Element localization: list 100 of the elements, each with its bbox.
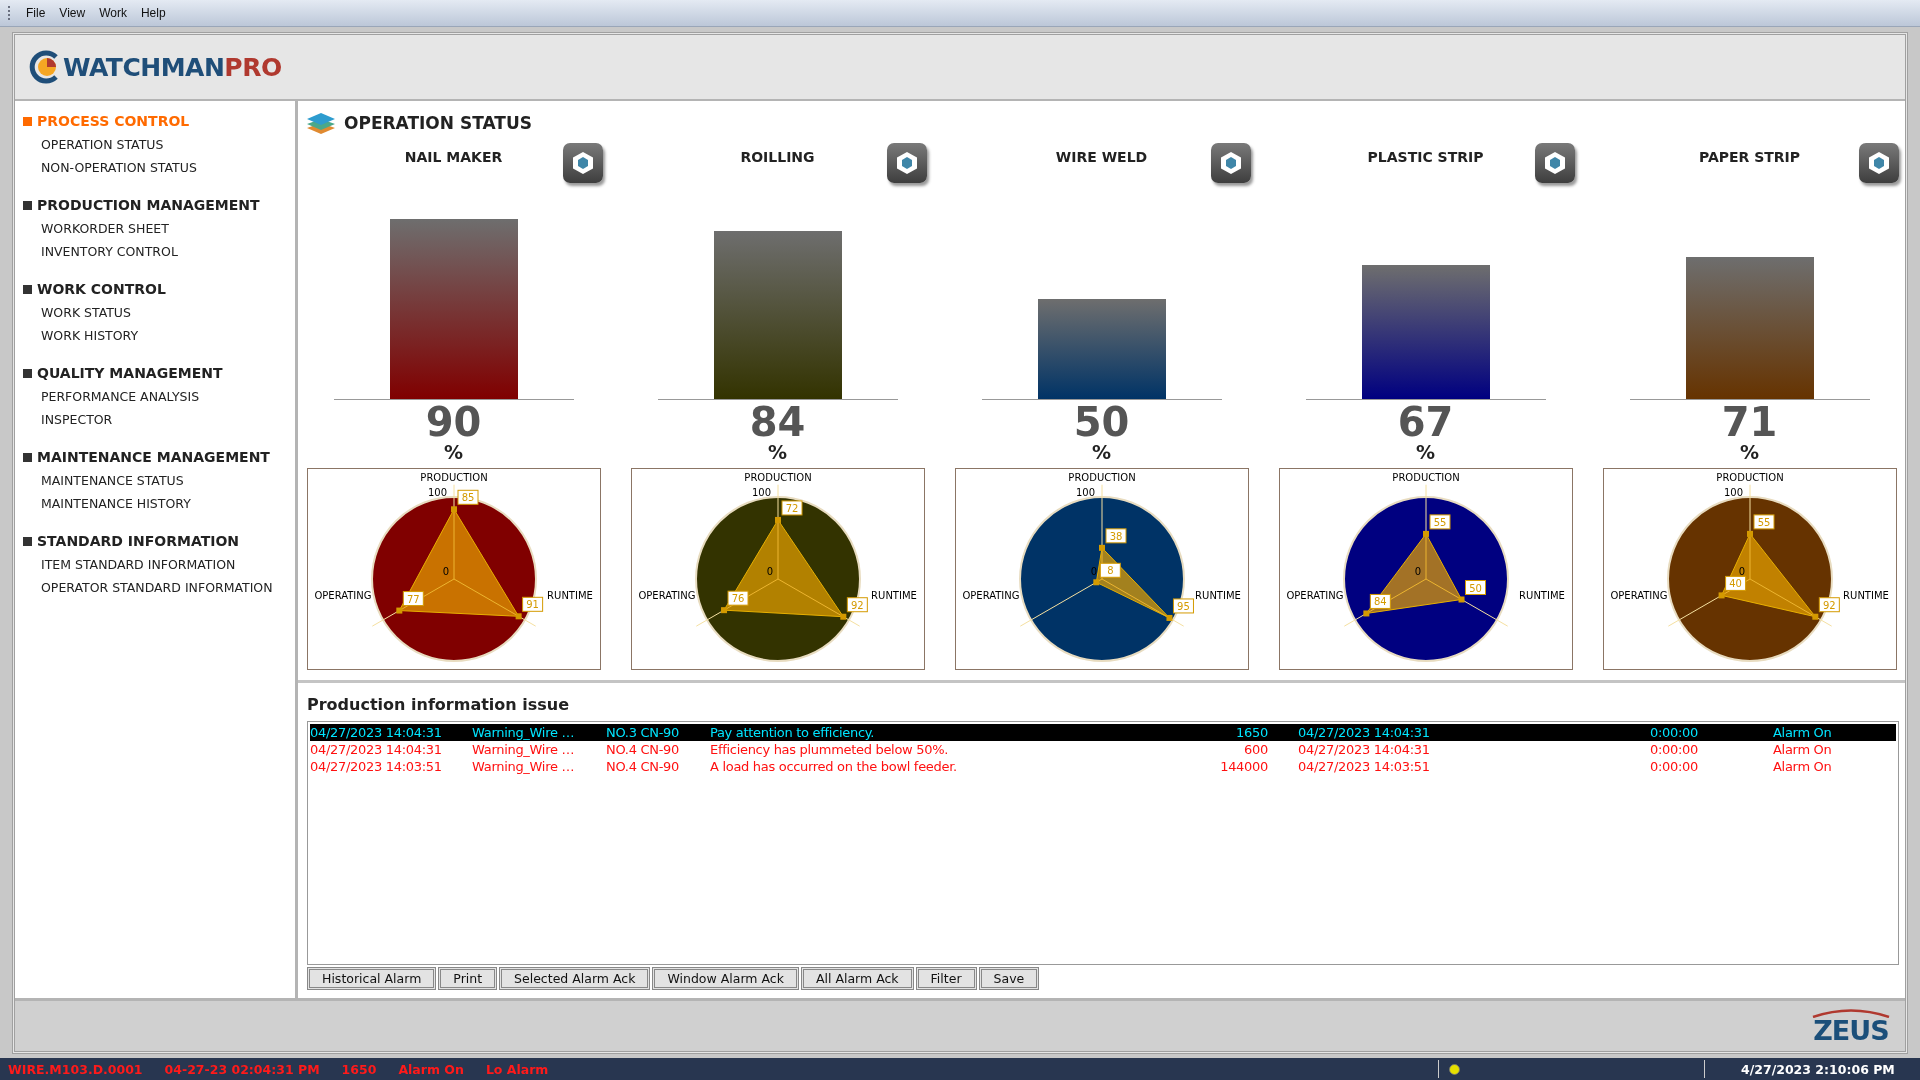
radar-axis-label: PRODUCTION [419,472,488,483]
data-point [1718,592,1725,599]
data-point [720,607,727,614]
table-cell-text: Warning_Wire … [472,759,576,774]
sidebar-item[interactable]: ITEM STANDARD INFORMATION [23,557,295,572]
sidebar-item[interactable]: INSPECTOR [23,412,295,427]
alarm-button[interactable]: Save [978,967,1040,990]
sidebar-section[interactable]: WORK CONTROL [23,281,295,297]
alarm-button[interactable]: Historical Alarm [307,967,437,990]
axis-min-label: 0 [1738,566,1745,577]
table-cell-text: NO.4 CN-90 [606,742,680,757]
table-cell-text: 1650 [1235,725,1268,740]
alarm-button[interactable]: Print [438,967,498,990]
sidebar-section[interactable]: MAINTENANCE MANAGEMENT [23,449,295,465]
machine-button[interactable] [1535,143,1575,183]
axis-min-label: 0 [1090,566,1097,577]
table-cell-text: 0:00:00 [1649,759,1698,774]
table-cell-text: Warning_Wire … [472,742,576,757]
percent-value: 71 [1721,402,1778,442]
arc-icon [1811,1008,1891,1018]
radar-axis-label: OPERATING [1285,590,1344,601]
alarm-button[interactable]: Filter [915,967,977,990]
axis-max-label: 100 [1723,487,1743,498]
alarm-button[interactable]: All Alarm Ack [800,967,914,990]
sidebar-section[interactable]: STANDARD INFORMATION [23,533,295,549]
axis-max-label: 100 [1075,487,1095,498]
data-point [1746,530,1753,537]
machine-name: WIRE WELD [1055,149,1148,167]
machine-button[interactable] [1859,143,1899,183]
machine-button[interactable] [1211,143,1251,183]
table-cell-text: Efficiency has plummeted below 50%. [710,742,950,757]
axis-max-label: 100 [427,487,447,498]
status-text: 04-27-23 02:04:31 PM [164,1061,320,1077]
axis-min-label: 0 [1414,566,1421,577]
table-cell-text: 04/27/2023 14:04:31 [1297,742,1431,757]
machine-name: PLASTIC STRIP [1367,149,1484,167]
radar-axis-label: RUNTIME [870,590,917,601]
menu-item[interactable]: View [53,4,92,22]
data-point [1092,579,1099,586]
sidebar-item[interactable]: PERFORMANCE ANALYSIS [23,389,295,404]
alarm-row[interactable]: 04/27/2023 14:04:31 Warning_Wire … NO.3 CN-90 Pay attention to efficiency. 1650 04/27/2023 14:04:31 0:00:00 Alarm On [310,724,1896,741]
table-cell-text: 144000 [1219,759,1268,774]
table-cell-text: NO.3 CN-90 [606,725,680,740]
table-cell-text: 04/27/2023 14:03:51 [1297,759,1431,774]
sidebar-item[interactable]: MAINTENANCE HISTORY [23,496,295,511]
machine-button[interactable] [563,143,603,183]
alarm-button[interactable]: Selected Alarm Ack [499,967,651,990]
radar-axis-label: OPERATING [961,590,1020,601]
sidebar-item[interactable]: MAINTENANCE STATUS [23,473,295,488]
percent-value: 67 [1397,402,1454,442]
menu-item[interactable]: File [20,4,52,22]
alarm-row[interactable]: 04/27/2023 14:03:51 Warning_Wire … NO.4 CN-90 A load has occurred on the bowl feeder. 144000 04/27/2023 14:03:51 0:00:00 Alarm On [310,758,1896,775]
alarm-row[interactable]: 04/27/2023 14:04:31 Warning_Wire … NO.4 CN-90 Efficiency has plummeted below 50%. 600 04/27/2023 14:04:31 0:00:00 Alarm On [310,741,1896,758]
alarm-button[interactable]: Window Alarm Ack [652,967,799,990]
logo-text: PRO [224,52,282,82]
table-cell-text: 04/27/2023 14:04:31 [1297,725,1431,740]
status-text: WIRE.M103.D.0001 [8,1061,143,1077]
data-point [839,613,846,620]
data-label: 91 [521,596,543,612]
table-cell-text: 04/27/2023 14:04:31 [310,742,443,757]
menu-item[interactable]: Work [93,4,133,22]
sidebar-item[interactable]: WORKORDER SHEET [23,221,295,236]
radar-axis-label: PRODUCTION [1715,472,1784,483]
percent-unit: % [1739,442,1759,462]
sidebar-item[interactable]: WORK HISTORY [23,328,295,343]
data-point [774,516,781,523]
radar-axis-label: OPERATING [313,590,372,601]
layers-icon [306,111,336,135]
data-label: 85 [457,489,478,505]
table-cell-text: Warning_Wire … [472,725,576,740]
sidebar-item[interactable]: WORK STATUS [23,305,295,320]
radar-axis-label: RUNTIME [1842,590,1889,601]
data-point [395,607,402,614]
table-cell-text: 04/27/2023 14:03:51 [310,759,443,774]
table-cell-text: 600 [1243,742,1268,757]
status-text: Lo Alarm [485,1061,549,1077]
data-point [1811,613,1818,620]
sidebar-section[interactable]: PRODUCTION MANAGEMENT [23,197,295,213]
hexagon-icon [894,150,920,176]
machine-button[interactable] [887,143,927,183]
status-dot-icon [1449,1063,1460,1075]
menu-item[interactable]: Help [134,4,172,22]
sidebar-item[interactable]: INVENTORY CONTROL [23,244,295,259]
axis-min-label: 0 [442,566,449,577]
radar-axis-label: PRODUCTION [1067,472,1136,483]
sidebar-item[interactable]: OPERATOR STANDARD INFORMATION [23,580,295,595]
data-label: 50 [1464,580,1486,595]
footer-logo: ZEUS [1813,1018,1889,1044]
sidebar-section[interactable]: QUALITY MANAGEMENT [23,365,295,381]
hexagon-icon [1866,150,1892,176]
percent-unit: % [443,442,463,462]
hexagon-icon [1218,150,1244,176]
sidebar-item[interactable]: NON-OPERATION STATUS [23,160,295,175]
data-label: 55 [1429,514,1450,530]
data-point [450,506,457,513]
data-label: 72 [781,500,802,516]
data-label: 92 [1818,597,1840,613]
radar-axis-label: OPERATING [637,590,696,601]
data-point [1098,544,1105,551]
sidebar-item[interactable]: OPERATION STATUS [23,137,295,152]
